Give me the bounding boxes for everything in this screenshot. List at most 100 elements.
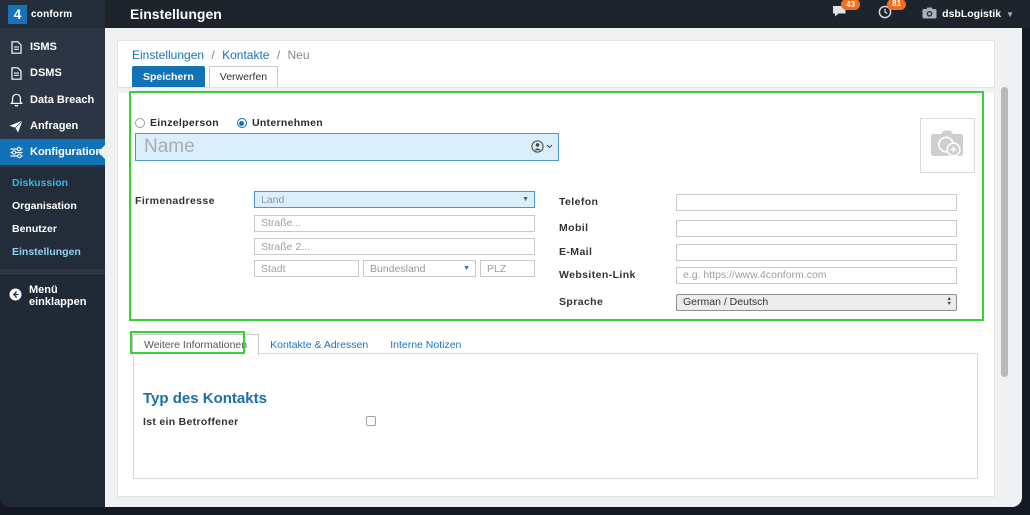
app-window: 4 conform Einstellungen 43 81 dsbLogisti… [0,0,1030,515]
logo-mark: 4 [8,4,27,24]
save-button[interactable]: Speichern [132,66,205,88]
chat-button[interactable]: 43 [832,0,861,23]
sidebar-item-data-breach[interactable]: Data Breach [0,86,105,113]
state-select-value: Bundesland [370,262,426,275]
bell-icon [9,93,23,107]
sidebar: ISMS DSMS Data Breach Anfragen Konfigura… [0,28,105,507]
email-row: E-Mail [559,243,957,261]
chevron-down-icon: ▼ [522,196,529,203]
sidebar-item-label: Konfiguration [30,146,103,158]
sidebar-subitem-diskussion[interactable]: Diskussion [0,171,105,194]
firmenadresse-label: Firmenadresse [135,195,215,207]
tab-bar: Weitere Informationen Kontakte & Adresse… [132,334,472,356]
action-buttons: Speichern Verwerfen [132,66,279,88]
zip-input[interactable] [480,260,535,277]
breadcrumb: Einstellungen / Kontakte / Neu [132,48,310,62]
breadcrumb-einstellungen[interactable]: Einstellungen [132,48,204,62]
chevron-down-icon [546,144,553,149]
radio-circle-icon[interactable] [135,118,145,128]
sidebar-item-konfiguration[interactable]: Konfiguration [0,139,105,165]
select-arrows-icon: ▲ ▼ [946,295,952,307]
email-label: E-Mail [559,246,593,258]
main-content: Einstellungen / Kontakte / Neu Speichern… [105,28,1022,507]
betroffener-label: Ist ein Betroffener [143,416,239,428]
country-select[interactable]: Land ▼ [254,191,535,208]
radio-label: Einzelperson [150,117,219,129]
city-input[interactable] [254,260,359,277]
mobile-label: Mobil [559,222,589,234]
language-select[interactable]: German / Deutsch ▲ ▼ [676,293,957,311]
breadcrumb-separator: / [211,48,215,62]
language-label: Sprache [559,296,604,308]
topbar-actions: 43 81 dsbLogistik ▼ [832,0,1030,24]
language-row: Sprache German / Deutsch ▲ ▼ [559,293,957,311]
phone-label: Telefon [559,196,599,208]
mobile-row: Mobil [559,219,957,237]
website-label: Websiten-Link [559,269,636,281]
paper-plane-icon [9,119,23,133]
radio-unternehmen[interactable]: Unternehmen [236,117,323,129]
settings-panel: Einstellungen / Kontakte / Neu Speichern… [117,40,995,497]
state-select[interactable]: Bundesland ▼ [363,260,476,277]
street-input[interactable] [254,214,535,232]
arrow-left-circle-icon [9,288,22,304]
radio-label: Unternehmen [251,117,323,129]
collapse-menu-label: Menü einklappen [29,284,87,308]
sidebar-item-label: Data Breach [30,93,95,106]
breadcrumb-separator: / [276,48,281,62]
tab-kontakte-adressen[interactable]: Kontakte & Adressen [259,335,379,355]
sidebar-subitem-benutzer[interactable]: Benutzer [0,217,105,240]
sliders-icon [9,146,23,159]
chat-count-badge: 43 [841,0,861,10]
section-heading: Typ des Kontakts [143,390,267,407]
breadcrumb-kontakte[interactable]: Kontakte [222,48,269,62]
camera-plus-icon [929,127,967,165]
avatar-camera-icon [922,7,937,22]
sidebar-item-dsms[interactable]: DSMS [0,60,105,86]
address-fields: Land ▼ Bundesla [254,191,535,282]
betroffener-checkbox[interactable] [366,416,376,426]
name-field-wrap [135,133,559,161]
street2-input[interactable] [254,238,535,255]
chevron-down-icon: ▼ [463,265,470,272]
radio-circle-icon[interactable] [236,118,247,128]
website-row: Websiten-Link [559,266,957,284]
discard-button[interactable]: Verwerfen [208,66,279,88]
phone-input[interactable] [676,193,957,211]
sidebar-subitem-einstellungen[interactable]: Einstellungen [0,240,105,263]
mobile-input[interactable] [676,219,957,237]
name-input[interactable] [135,133,559,161]
sidebar-item-label: Anfragen [30,120,79,132]
phone-row: Telefon [559,193,957,211]
sidebar-subitem-organisation[interactable]: Organisation [0,194,105,217]
language-select-value: German / Deutsch [683,296,769,308]
photo-upload-button[interactable] [920,118,975,173]
contact-form: Einzelperson Unternehmen Name Firmenadre… [131,93,984,320]
tab-weitere-informationen[interactable]: Weitere Informationen [132,334,260,356]
vertical-scrollbar[interactable] [1001,87,1008,377]
user-menu[interactable]: dsbLogistik ▼ [922,7,1014,22]
collapse-menu-button[interactable]: Menü einklappen [0,275,105,316]
person-circle-icon [531,140,544,153]
country-select-value: Land [261,193,285,206]
email-input[interactable] [676,243,957,261]
tasks-count-badge: 81 [887,0,907,10]
document-icon [9,40,23,54]
website-input[interactable] [676,266,957,284]
sidebar-submenu: Diskussion Organisation Benutzer Einstel… [0,167,105,269]
tasks-button[interactable]: 81 [878,0,907,24]
document-icon [9,66,23,80]
sidebar-item-anfragen[interactable]: Anfragen [0,113,105,139]
top-bar: 4 conform Einstellungen 43 81 dsbLogisti… [0,0,1030,28]
tab-content: Typ des Kontakts Ist ein Betroffener [133,353,978,479]
contact-type-toggle[interactable] [531,140,553,153]
page-title: Einstellungen [130,6,222,22]
sidebar-item-isms[interactable]: ISMS [0,34,105,60]
tab-interne-notizen[interactable]: Interne Notizen [379,335,472,355]
app-logo[interactable]: 4 conform [0,0,105,28]
sidebar-item-label: DSMS [30,67,62,79]
person-type-radios: Einzelperson Unternehmen [135,117,323,129]
radio-einzelperson[interactable]: Einzelperson [135,117,219,129]
sidebar-item-label: ISMS [30,41,57,53]
chevron-down-icon: ▼ [1006,9,1014,19]
